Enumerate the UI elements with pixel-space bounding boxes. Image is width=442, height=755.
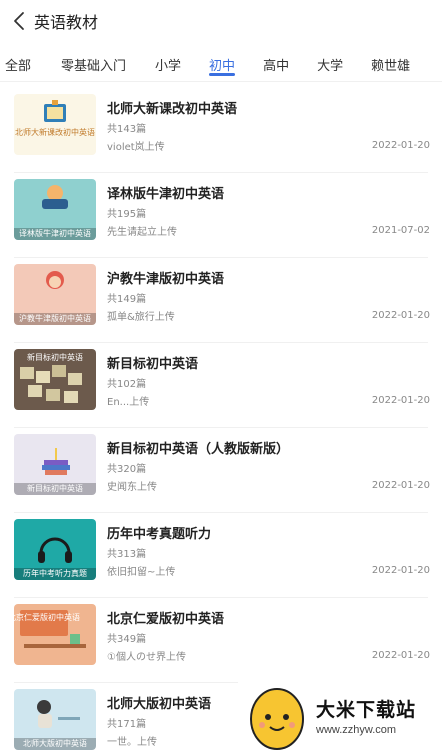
- item-title: 译林版牛津初中英语: [107, 187, 225, 202]
- item-uploader: 先生请起立上传: [107, 227, 177, 238]
- tab-university[interactable]: 大学: [317, 46, 343, 82]
- watermark-banner: 大米下载站 www.zzhyw.com: [238, 676, 442, 755]
- item-uploader: ①個人のせ界上传: [107, 652, 186, 663]
- item-title: 历年中考真题听力: [107, 527, 212, 542]
- list-item[interactable]: 历年中考听力真题 历年中考真题听力 共313篇 依旧扣留~上传 2022-01-…: [0, 513, 442, 598]
- svg-text:北京仁爱版初中英语: 北京仁爱版初中英语: [14, 612, 80, 622]
- svg-text:北师大新课改初中英语: 北师大新课改初中英语: [15, 127, 95, 137]
- cover-thumbnail: 北师大版初中英语: [14, 689, 96, 750]
- item-title: 北京仁爱版初中英语: [107, 612, 225, 627]
- list-item[interactable]: 沪教牛津版初中英语 沪教牛津版初中英语 共149篇 孤单&旅行上传 2022-0…: [0, 258, 442, 343]
- cover-thumbnail: 译林版牛津初中英语: [14, 179, 96, 240]
- item-title: 北师大版初中英语: [107, 697, 212, 712]
- item-uploader: 孤单&旅行上传: [107, 312, 175, 323]
- tab-all[interactable]: 全部: [5, 46, 31, 82]
- svg-text:新目标初中英语: 新目标初中英语: [27, 352, 83, 362]
- list-item[interactable]: 北师大新课改初中英语 北师大新课改初中英语 共143篇 violet岚上传 20…: [0, 88, 442, 173]
- item-count: 共349篇: [107, 634, 147, 645]
- tab-lai-shixiong[interactable]: 赖世雄: [371, 46, 410, 82]
- list-item[interactable]: 新目标初中英语 新目标初中英语（人教版新版） 共320篇 史闻东上传 2022-…: [0, 428, 442, 513]
- notes-collage-icon: 新目标初中英语: [20, 352, 83, 403]
- item-date: 2022-01-20: [371, 480, 430, 491]
- item-count: 共313篇: [107, 549, 147, 560]
- thumbnail-caption: 北师大版初中英语: [14, 738, 96, 750]
- item-title: 沪教牛津版初中英语: [107, 272, 225, 287]
- item-uploader: 一世。上传: [107, 737, 157, 748]
- thumbnail-caption: 译林版牛津初中英语: [14, 228, 96, 240]
- back-arrow-icon[interactable]: [4, 0, 34, 42]
- item-date: 2022-01-20: [371, 140, 430, 151]
- item-uploader: 依旧扣留~上传: [107, 567, 176, 578]
- item-title: 北师大新课改初中英语: [107, 102, 238, 117]
- category-tabs: 全部 零基础入门 小学 初中 高中 大学 赖世雄: [0, 46, 442, 82]
- thumbnail-caption: 沪教牛津版初中英语: [14, 313, 96, 325]
- thumbnail-caption: 新目标初中英语: [14, 483, 96, 495]
- item-count: 共320篇: [107, 464, 147, 475]
- tab-beginner[interactable]: 零基础入门: [61, 46, 126, 82]
- item-count: 共102篇: [107, 379, 147, 390]
- item-count: 共171篇: [107, 719, 147, 730]
- book-icon: 北师大新课改初中英语: [15, 100, 95, 137]
- thumbnail-caption: 历年中考听力真题: [14, 568, 96, 580]
- item-uploader: En...上传: [107, 397, 150, 408]
- watermark-title: 大米下载站: [316, 699, 417, 721]
- item-date: 2022-01-20: [371, 395, 430, 406]
- page-title: 英语教材: [34, 13, 99, 32]
- item-date: 2022-01-20: [371, 650, 430, 661]
- item-count: 共143篇: [107, 124, 147, 135]
- item-count: 共149篇: [107, 294, 147, 305]
- item-date: 2022-01-20: [371, 310, 430, 321]
- cover-thumbnail: 新目标初中英语: [14, 349, 96, 410]
- list-item[interactable]: 新目标初中英语 新目标初中英语 共102篇 En...上传 2022-01-20: [0, 343, 442, 428]
- cover-thumbnail: 沪教牛津版初中英语: [14, 264, 96, 325]
- cover-thumbnail: 历年中考听力真题: [14, 519, 96, 580]
- watermark-url: www.zzhyw.com: [316, 724, 397, 736]
- header: 英语教材: [0, 0, 442, 42]
- item-date: 2022-01-20: [371, 565, 430, 576]
- item-count: 共195篇: [107, 209, 147, 220]
- cover-thumbnail: 新目标初中英语: [14, 434, 96, 495]
- cover-thumbnail: 北师大新课改初中英语: [14, 94, 96, 155]
- item-title: 新目标初中英语: [107, 357, 199, 372]
- item-uploader: violet岚上传: [107, 142, 165, 153]
- item-date: 2021-07-02: [371, 225, 430, 236]
- list-item[interactable]: 北京仁爱版初中英语 北京仁爱版初中英语 共349篇 ①個人のせ界上传 2022-…: [0, 598, 442, 683]
- list-item[interactable]: 译林版牛津初中英语 译林版牛津初中英语 共195篇 先生请起立上传 2021-0…: [0, 173, 442, 258]
- mascot-logo-icon: [250, 687, 304, 750]
- tab-junior-high[interactable]: 初中: [209, 46, 235, 82]
- desk-illustration-icon: 北京仁爱版初中英语: [14, 610, 86, 648]
- cover-thumbnail: 北京仁爱版初中英语: [14, 604, 96, 665]
- item-uploader: 史闻东上传: [107, 482, 157, 493]
- tab-senior-high[interactable]: 高中: [263, 46, 289, 82]
- tab-primary[interactable]: 小学: [155, 46, 181, 82]
- item-title: 新目标初中英语（人教版新版）: [107, 442, 290, 457]
